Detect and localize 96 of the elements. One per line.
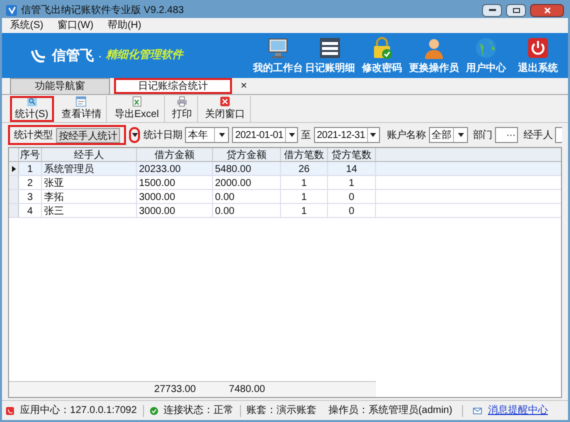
dropdown-arrow-icon <box>218 133 225 137</box>
app-logo-icon <box>6 4 17 16</box>
dropdown-arrow-icon <box>132 133 138 137</box>
table-cell: 26 <box>281 162 328 175</box>
window-title: 信管飞出纳记账软件专业版 V9.2.483 <box>21 4 184 18</box>
brand-separator: · <box>98 48 102 64</box>
filter-label: 统计日期 <box>143 128 182 142</box>
column-header[interactable]: 贷方笔数 <box>328 148 376 161</box>
filter-label: 部门 <box>473 128 492 142</box>
table-row[interactable]: 3 李拓 3000.00 0.00 1 0 <box>9 190 561 204</box>
filter-label: 账户名称 <box>386 128 426 142</box>
list-icon <box>318 36 342 60</box>
menu-item[interactable]: 窗口(W) <box>57 18 94 33</box>
table-row[interactable]: 2 张亚 1500.00 2000.00 1 1 <box>9 176 561 190</box>
current-row-icon <box>12 166 16 172</box>
dropdown[interactable]: 本年 <box>185 127 230 143</box>
dropdown-arrow-icon <box>288 133 295 137</box>
banner-button[interactable]: 日记账明细 <box>308 36 352 76</box>
globe-icon <box>474 36 498 60</box>
dropdown-arrow-icon <box>370 133 376 137</box>
table-cell: 张亚 <box>42 176 137 189</box>
toolbar-button[interactable]: 导出Excel <box>109 96 165 122</box>
table-cell: 系统管理员 <box>42 162 137 175</box>
brand-name: 信管飞 <box>52 46 94 65</box>
table-row[interactable]: 4 张三 3000.00 0.00 1 0 <box>9 204 561 218</box>
monitor-icon <box>266 36 290 60</box>
table-cell: 3000.00 <box>137 204 213 217</box>
table-cell: 3000.00 <box>137 190 213 203</box>
check-icon <box>150 406 158 416</box>
filter-label: 经手人 <box>523 128 552 142</box>
toolbar-button[interactable]: 查看详情 <box>56 96 108 122</box>
dropdown[interactable]: 2021-01-01 <box>232 127 298 143</box>
minimize-button[interactable] <box>482 4 502 16</box>
table-cell: 4 <box>19 204 42 217</box>
banner-button[interactable]: 修改密码 <box>360 36 404 76</box>
dropdown[interactable]: 全部 <box>428 127 468 143</box>
table-cell: 1 <box>281 204 328 217</box>
table-cell: 1 <box>19 162 42 175</box>
table-cell: 1 <box>328 176 376 189</box>
toolbar-button[interactable]: 打印 <box>166 96 198 122</box>
banner-button[interactable]: 用户中心 <box>464 36 508 76</box>
table-cell: 0 <box>328 204 376 217</box>
column-header[interactable]: 贷方金额 <box>213 148 281 161</box>
table-row[interactable]: 1 系统管理员 20233.00 5480.00 26 14 <box>9 162 561 176</box>
app-center-icon <box>6 406 14 416</box>
status-text: 操作员：系统管理员(admin) <box>328 404 452 418</box>
dropdown[interactable]: 2021-12-31 <box>314 127 380 143</box>
column-header[interactable]: 序号 <box>19 148 42 161</box>
maximize-button[interactable] <box>506 4 526 16</box>
brand-slogan: 精细化管理软件 <box>106 48 183 64</box>
toolbar-button[interactable]: 统计(S) <box>10 96 54 122</box>
table-cell: 0 <box>328 190 376 203</box>
tab[interactable]: 功能导航窗 <box>10 78 110 94</box>
printer-icon <box>174 96 189 106</box>
envelope-icon <box>473 406 482 414</box>
department-field[interactable]: ··· <box>495 127 518 143</box>
status-text: 连接状态：正常 <box>164 404 234 418</box>
close-icon <box>218 96 232 106</box>
dropdown-button[interactable] <box>129 127 140 143</box>
messages-link[interactable]: 消息提醒中心 <box>488 403 548 418</box>
range-separator: 至 <box>301 128 311 142</box>
menu-item[interactable]: 帮助(H) <box>107 18 142 33</box>
close-button[interactable] <box>530 4 564 16</box>
total-value: 27733.00 <box>154 384 196 395</box>
table-cell: 李拓 <box>42 190 137 203</box>
power-icon <box>526 36 550 60</box>
table-cell: 3 <box>19 190 42 203</box>
table-cell: 20233.00 <box>137 162 213 175</box>
tab-close-button[interactable]: × <box>240 78 247 95</box>
table-cell: 0.00 <box>213 190 281 203</box>
dropdown-arrow-icon <box>458 133 464 137</box>
table-cell: 14 <box>328 162 376 175</box>
table-cell: 2 <box>19 176 42 189</box>
dropdown-value[interactable]: 按经手人统计 <box>56 128 120 142</box>
filter-label: 统计类型 <box>14 128 53 142</box>
column-header[interactable]: 经手人 <box>42 148 137 161</box>
banner-button[interactable]: 退出系统 <box>516 36 560 76</box>
column-header[interactable]: 借方笔数 <box>281 148 328 161</box>
table-cell: 1 <box>281 190 328 203</box>
table-cell: 1 <box>281 176 328 189</box>
table-cell: 2000.00 <box>213 176 281 189</box>
column-header[interactable]: 借方金额 <box>137 148 213 161</box>
status-text: 应用中心：127.0.0.1:7092 <box>20 404 137 418</box>
form-icon <box>74 96 88 106</box>
table-cell: 1500.00 <box>137 176 213 189</box>
status-text: 账套：演示账套 <box>246 404 316 418</box>
toolbar-button[interactable]: 关闭窗口 <box>200 96 251 122</box>
total-value: 7480.00 <box>228 384 266 395</box>
table-cell: 0.00 <box>213 204 281 217</box>
table-cell: 5480.00 <box>213 162 281 175</box>
menu-item[interactable]: 系统(S) <box>10 18 44 33</box>
spreadsheet-icon <box>130 96 144 106</box>
close-icon <box>544 6 550 14</box>
table-cell: 张三 <box>42 204 137 217</box>
magnifier-icon <box>24 96 39 106</box>
handler-field[interactable] <box>555 127 562 143</box>
